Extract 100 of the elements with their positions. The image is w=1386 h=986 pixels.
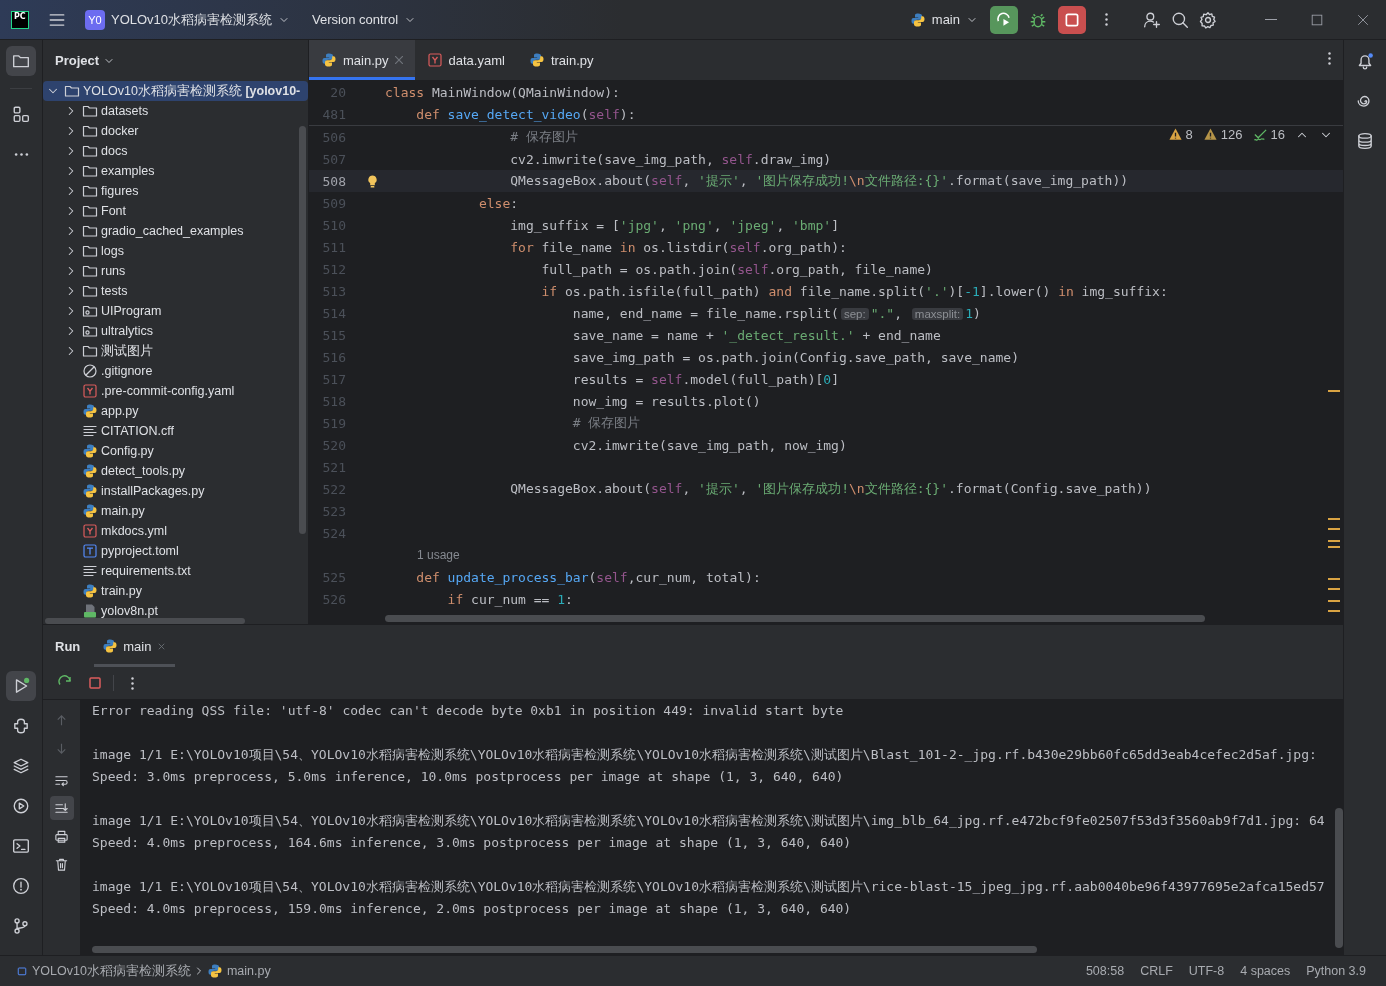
status-item[interactable]: CRLF [1132, 964, 1181, 978]
tree-item[interactable]: requirements.txt [43, 561, 308, 581]
tree-item[interactable]: gradio_cached_examples [43, 221, 308, 241]
usage-hint[interactable]: 1 usage [417, 548, 460, 562]
run-tab[interactable]: main [94, 625, 176, 667]
tree-item[interactable]: figures [43, 181, 308, 201]
code-line: name, end_name = file_name.rsplit( sep: ".", maxsplit: 1) [571, 305, 981, 321]
inspection-count: 126 [1220, 127, 1243, 142]
status-item[interactable]: Python 3.9 [1298, 964, 1374, 978]
tree-item[interactable]: detect_tools.py [43, 461, 308, 481]
editor-tab[interactable]: train.py [516, 40, 606, 80]
code-line: cv2.imwrite(save_img_path, now_img) [571, 437, 847, 453]
scrollbar[interactable] [385, 615, 1205, 622]
python-icon [528, 52, 545, 68]
editor-tab[interactable]: main.py [309, 40, 415, 80]
tree-item[interactable]: installPackages.py [43, 481, 308, 501]
tree-item[interactable]: Font [43, 201, 308, 221]
inspection-count: 8 [1185, 127, 1193, 142]
scrollbar[interactable] [92, 946, 1037, 953]
folder-icon [64, 83, 80, 99]
python-icon [82, 483, 98, 499]
tree-item[interactable]: UIProgram [43, 301, 308, 321]
search-icon [1171, 10, 1189, 29]
tree-item[interactable]: app.py [43, 401, 308, 421]
tool-window-button[interactable] [6, 46, 36, 76]
more-vertical-icon [130, 676, 134, 690]
more-icon [13, 152, 29, 156]
tree-item[interactable]: datasets [43, 101, 308, 121]
folder-icon [82, 243, 98, 259]
title-dropdown[interactable]: Y0 YOLOv10水稻病害检测系统 [79, 5, 297, 34]
folder-icon [82, 163, 98, 179]
add-user-icon [1143, 10, 1161, 29]
code-line: img_suffix = ['jpg', 'png', 'jpeg', 'bmp'] [509, 217, 839, 233]
tree-item[interactable]: .gitignore [43, 361, 308, 381]
tree-item[interactable]: mkdocs.yml [43, 521, 308, 541]
tree-item[interactable]: train.py [43, 581, 308, 601]
code-line: if cur_num == 1: [446, 591, 573, 607]
console-line: Error reading QSS file: 'utf-8' codec can't decode byte 0xb1 in position 449: invalid start byte [92, 703, 844, 718]
tree-item[interactable]: logs [43, 241, 308, 261]
tree-item[interactable]: examples [43, 161, 308, 181]
python-icon [82, 403, 98, 419]
status-item[interactable]: 508:58 [1077, 964, 1133, 978]
yaml-file-icon [82, 383, 98, 399]
database-icon [1356, 132, 1374, 150]
branch-icon [12, 917, 30, 935]
editor-tab[interactable]: data.yaml [414, 40, 517, 80]
services-icon [12, 797, 30, 815]
version-control-menu[interactable]: Version control [306, 5, 423, 34]
folder-icon [82, 283, 98, 299]
code-line: save_name = name + '_detect_result.' + end_name [571, 327, 941, 343]
tree-item[interactable]: runs [43, 261, 308, 281]
tree-item[interactable]: 测试图片 [43, 341, 308, 361]
scrollbar[interactable] [299, 126, 306, 534]
tree-item[interactable]: yolov8n.pt [43, 601, 308, 621]
toml-file-icon [82, 543, 98, 559]
python-icon [82, 443, 98, 459]
tree-item[interactable]: .pre-commit-config.yaml [43, 381, 308, 401]
folder-icon [82, 323, 98, 339]
console-line: image 1/1 E:\YOLOv10项目\54、YOLOv10水稻病害检测系统\YOLOv10水稻病害检测系统\YOLOv10水稻病害检测系统\测试图片\Blast_101-2-_jpg.rf.b430e29bb60fc65dd3eab4cefec2d5af.jpg: [92, 747, 1317, 762]
code-line: save_img_path = os.path.join(Config.save_path, save_name) [571, 349, 1019, 365]
code-line: cv2.imwrite(save_img_path, self.draw_img) [509, 151, 832, 167]
tree-item[interactable]: tests [43, 281, 308, 301]
trash-icon [54, 856, 69, 872]
view-selector[interactable]: Project [55, 53, 116, 68]
tree-item[interactable]: docker [43, 121, 308, 141]
tree-item[interactable]: Config.py [43, 441, 308, 461]
scrollbar[interactable] [45, 618, 245, 624]
tree-item[interactable]: main.py [43, 501, 308, 521]
problems-icon [12, 877, 30, 895]
breadcrumb[interactable]: YOLOv10水稻病害检测系统 [14, 962, 193, 980]
status-item[interactable]: UTF-8 [1180, 964, 1233, 978]
folder-icon [82, 103, 98, 119]
console-line: Speed: 4.0ms preprocess, 164.6ms inference, 3.0ms postprocess per image at shape (1, 3, 640, 640) [92, 835, 852, 850]
tree-item[interactable]: docs [43, 141, 308, 161]
maximize-icon [1310, 12, 1324, 27]
scrollbar[interactable] [1335, 808, 1343, 948]
status-item[interactable]: 4 spaces [1232, 964, 1299, 978]
python-icon [82, 503, 98, 519]
tool-window-button[interactable] [6, 671, 36, 701]
text-file-icon [82, 563, 98, 579]
rerun-button[interactable] [990, 5, 1018, 34]
run-configuration[interactable]: main [903, 5, 984, 34]
scroll-to-end-button[interactable] [49, 796, 74, 820]
code-line: full_path = os.path.join(self.org_path, file_name) [540, 261, 933, 277]
printer-icon [54, 828, 69, 844]
folder-icon [82, 303, 98, 319]
stop-button[interactable] [1058, 5, 1086, 34]
console-line: Speed: 4.0ms preprocess, 159.0ms inference, 2.0ms postprocess per image at shape (1, 3, 640, 640) [92, 901, 852, 916]
tree-item[interactable]: pyproject.toml [43, 541, 308, 561]
module-icon [16, 965, 28, 977]
console-line: image 1/1 E:\YOLOv10项目\54、YOLOv10水稻病害检测系统\YOLOv10水稻病害检测系统\YOLOv10水稻病害检测系统\测试图片\img_blb_64_jpg.rf.e472bcf9fe02507f53d3f3560ab9f7d1.jpg: 64 [92, 813, 1325, 828]
python-icon [206, 963, 223, 979]
code-line: class MainWindow(QMainWindow): [385, 84, 620, 100]
breadcrumb[interactable]: main.py [204, 963, 273, 979]
tree-item[interactable]: ultralytics [43, 321, 308, 341]
code-line: if os.path.isfile(full_path) and file_name.split('.')[-1].lower() in img_suffix: [540, 283, 1168, 299]
folder-icon [82, 123, 98, 139]
tree-item[interactable]: YOLOv10水稻病害检测系统 [yolov10- [43, 81, 308, 101]
settings-icon [1199, 10, 1217, 29]
tree-item[interactable]: CITATION.cff [43, 421, 308, 441]
